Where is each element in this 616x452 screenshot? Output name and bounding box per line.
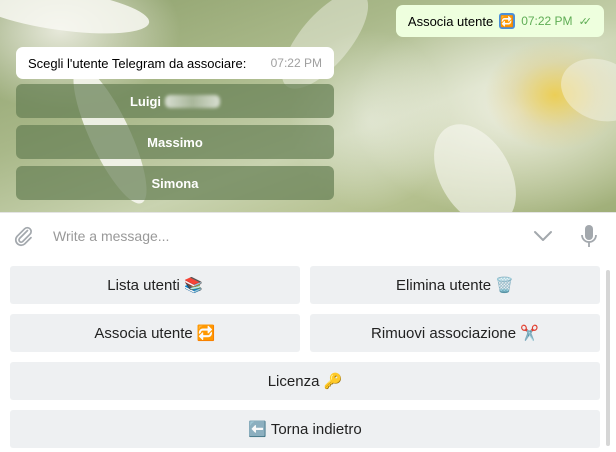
inline-button-simona[interactable]: Simona — [16, 166, 334, 200]
background-petal — [0, 0, 152, 43]
lista-utenti-button[interactable]: Lista utenti 📚 — [10, 266, 300, 304]
outgoing-message: Associa utente 🔁 07:22 PM ✓✓ — [395, 5, 604, 37]
inline-button-massimo[interactable]: Massimo — [16, 125, 334, 159]
message-composer: Write a message... — [0, 212, 616, 260]
message-time: 07:22 PM — [270, 56, 322, 70]
message-time: 07:22 PM — [521, 14, 573, 28]
inline-button-label: Massimo — [147, 134, 203, 150]
message-text: Scegli l'utente Telegram da associare: — [28, 55, 247, 71]
associa-utente-button[interactable]: Associa utente 🔁 — [10, 314, 300, 352]
inline-button-luigi[interactable]: Luigi — [16, 84, 334, 118]
read-ticks-icon: ✓✓ — [578, 15, 593, 28]
microphone-icon[interactable] — [579, 223, 599, 251]
repeat-emoji-icon: 🔁 — [499, 13, 516, 29]
inline-button-label: Luigi — [129, 93, 162, 109]
inline-button-label: Simona — [151, 175, 199, 191]
reply-keyboard: Lista utenti 📚 Elimina utente 🗑️ Associa… — [0, 259, 616, 452]
torna-indietro-button[interactable]: ⬅️ Torna indietro — [10, 410, 600, 448]
licenza-button[interactable]: Licenza 🔑 — [10, 362, 600, 400]
redacted-surname — [165, 94, 221, 108]
rimuovi-associazione-button[interactable]: Rimuovi associazione ✂️ — [310, 314, 600, 352]
incoming-message: Scegli l'utente Telegram da associare: 0… — [16, 47, 334, 79]
chat-history: Associa utente 🔁 07:22 PM ✓✓ Scegli l'ut… — [0, 0, 616, 212]
elimina-utente-button[interactable]: Elimina utente 🗑️ — [310, 266, 600, 304]
chevron-down-icon[interactable] — [532, 227, 554, 245]
message-input[interactable]: Write a message... — [53, 228, 169, 244]
keyboard-scrollbar[interactable] — [606, 270, 610, 446]
paperclip-icon[interactable] — [11, 224, 35, 248]
background-petal — [552, 48, 616, 132]
message-text: Associa utente — [407, 13, 494, 29]
background-petal — [417, 109, 533, 212]
